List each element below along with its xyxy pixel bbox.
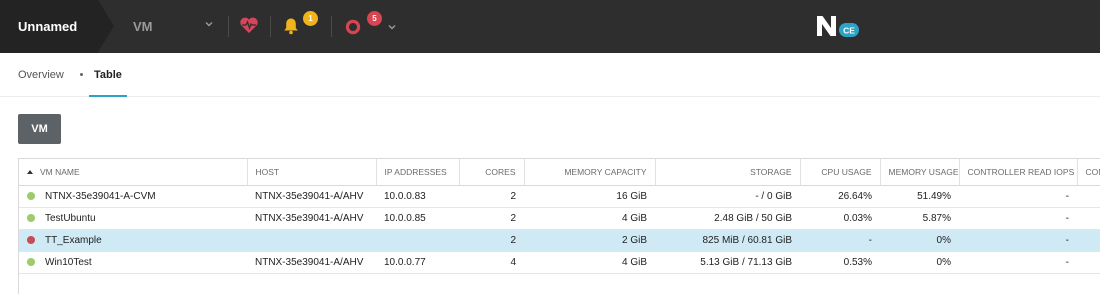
top-navigation-bar: Unnamed VM 1 5 CE — [0, 0, 1100, 53]
alerts-button[interactable]: 1 — [281, 11, 321, 39]
nutanix-logo: CE — [815, 14, 861, 45]
ip-cell: 10.0.0.83 — [376, 185, 459, 208]
health-heart-icon[interactable] — [239, 16, 259, 34]
memory-usage-cell: 0% — [880, 251, 959, 274]
host-cell — [247, 229, 376, 252]
chevron-down-icon — [388, 25, 396, 30]
truncated-cell — [1077, 207, 1100, 230]
vm-name: NTNX-35e39041-A-CVM — [45, 190, 156, 202]
divider — [270, 16, 271, 37]
column-header-memory-usage[interactable]: MEMORY USAGE — [880, 159, 960, 186]
storage-cell: 5.13 GiB / 71.13 GiB — [655, 251, 800, 274]
divider — [228, 16, 229, 37]
table-row[interactable]: TestUbuntu NTNX-35e39041-A/AHV 10.0.0.85… — [19, 207, 1100, 230]
truncated-cell — [1077, 229, 1100, 252]
create-vm-button[interactable]: VM — [18, 114, 61, 144]
power-status-dot — [27, 257, 35, 266]
vm-name: TT_Example — [45, 234, 102, 246]
memory-capacity-cell: 16 GiB — [524, 185, 655, 208]
vm-name-cell: TestUbuntu — [19, 207, 247, 230]
ip-cell — [376, 229, 459, 252]
vm-name: Win10Test — [45, 256, 92, 268]
power-status-dot — [27, 191, 35, 200]
column-header-storage[interactable]: STORAGE — [655, 159, 801, 186]
tab-separator — [80, 73, 83, 76]
svg-text:CE: CE — [843, 26, 855, 36]
controller-read-iops-cell: - — [959, 185, 1077, 208]
cpu-usage-cell: 26.64% — [800, 185, 880, 208]
alerts-count-badge: 1 — [303, 11, 318, 26]
cluster-name-arrow — [98, 0, 114, 52]
view-tabs: Overview Table — [0, 53, 1100, 97]
column-header-controller-read-iops[interactable]: CONTROLLER READ IOPS — [959, 159, 1078, 186]
column-header-cpu-usage[interactable]: CPU USAGE — [800, 159, 881, 186]
ip-cell: 10.0.0.85 — [376, 207, 459, 230]
cluster-name[interactable]: Unnamed — [0, 0, 98, 53]
memory-capacity-cell: 4 GiB — [524, 251, 655, 274]
power-status-dot — [27, 235, 35, 244]
entity-menu-label: VM — [133, 19, 153, 34]
power-status-dot — [27, 213, 35, 222]
entity-menu-dropdown[interactable]: VM — [114, 0, 228, 53]
cores-cell: 4 — [459, 251, 524, 274]
memory-capacity-cell: 4 GiB — [524, 207, 655, 230]
storage-cell: 825 MiB / 60.81 GiB — [655, 229, 800, 252]
vm-name-cell: Win10Test — [19, 251, 247, 274]
host-cell: NTNX-35e39041-A/AHV — [247, 251, 376, 274]
bell-icon — [284, 18, 298, 35]
cores-cell: 2 — [459, 185, 524, 208]
controller-read-iops-cell: - — [959, 207, 1077, 230]
truncated-cell — [1077, 185, 1100, 208]
vm-name: TestUbuntu — [45, 212, 96, 224]
table-header-row: VM NAME HOST IP ADDRESSES CORES MEMORY C… — [19, 159, 1100, 186]
tab-table[interactable]: Table — [89, 53, 127, 97]
cpu-usage-cell: 0.03% — [800, 207, 880, 230]
ip-cell: 10.0.0.77 — [376, 251, 459, 274]
column-header-ip-addresses[interactable]: IP ADDRESSES — [376, 159, 460, 186]
memory-usage-cell: 0% — [880, 229, 959, 252]
cores-cell: 2 — [459, 229, 524, 252]
column-header-host[interactable]: HOST — [247, 159, 377, 186]
critical-events-button[interactable]: 5 — [343, 11, 399, 39]
storage-cell: 2.48 GiB / 50 GiB — [655, 207, 800, 230]
critical-ring-icon — [345, 19, 361, 35]
sort-ascending-icon — [27, 169, 33, 174]
memory-capacity-cell: 2 GiB — [524, 229, 655, 252]
cpu-usage-cell: 0.53% — [800, 251, 880, 274]
cpu-usage-cell: - — [800, 229, 880, 252]
controller-read-iops-cell: - — [959, 229, 1077, 252]
memory-usage-cell: 5.87% — [880, 207, 959, 230]
truncated-cell — [1077, 251, 1100, 274]
table-row[interactable]: Win10Test NTNX-35e39041-A/AHV 10.0.0.77 … — [19, 251, 1100, 274]
column-header-memory-capacity[interactable]: MEMORY CAPACITY — [524, 159, 656, 186]
vm-name-cell: TT_Example — [19, 229, 247, 252]
table-row-selected[interactable]: TT_Example 2 2 GiB 825 MiB / 60.81 GiB -… — [19, 229, 1100, 252]
storage-cell: - / 0 GiB — [655, 185, 800, 208]
vm-table: VM NAME HOST IP ADDRESSES CORES MEMORY C… — [18, 158, 1100, 294]
host-cell: NTNX-35e39041-A/AHV — [247, 185, 376, 208]
nutanix-logo-icon: CE — [817, 16, 859, 37]
controller-read-iops-cell: - — [959, 251, 1077, 274]
column-header-controller-truncated[interactable]: CONTI — [1077, 159, 1100, 186]
chevron-down-icon — [205, 22, 213, 27]
tab-overview[interactable]: Overview — [18, 53, 64, 97]
column-header-cores[interactable]: CORES — [459, 159, 525, 186]
column-header-vm-name[interactable]: VM NAME — [19, 159, 248, 186]
host-cell: NTNX-35e39041-A/AHV — [247, 207, 376, 230]
critical-count-badge: 5 — [367, 11, 382, 26]
table-row[interactable]: NTNX-35e39041-A-CVM NTNX-35e39041-A/AHV … — [19, 185, 1100, 208]
divider — [331, 16, 332, 37]
vm-table-grid: VM NAME HOST IP ADDRESSES CORES MEMORY C… — [19, 159, 1100, 274]
memory-usage-cell: 51.49% — [880, 185, 959, 208]
vm-name-cell: NTNX-35e39041-A-CVM — [19, 185, 247, 208]
cores-cell: 2 — [459, 207, 524, 230]
